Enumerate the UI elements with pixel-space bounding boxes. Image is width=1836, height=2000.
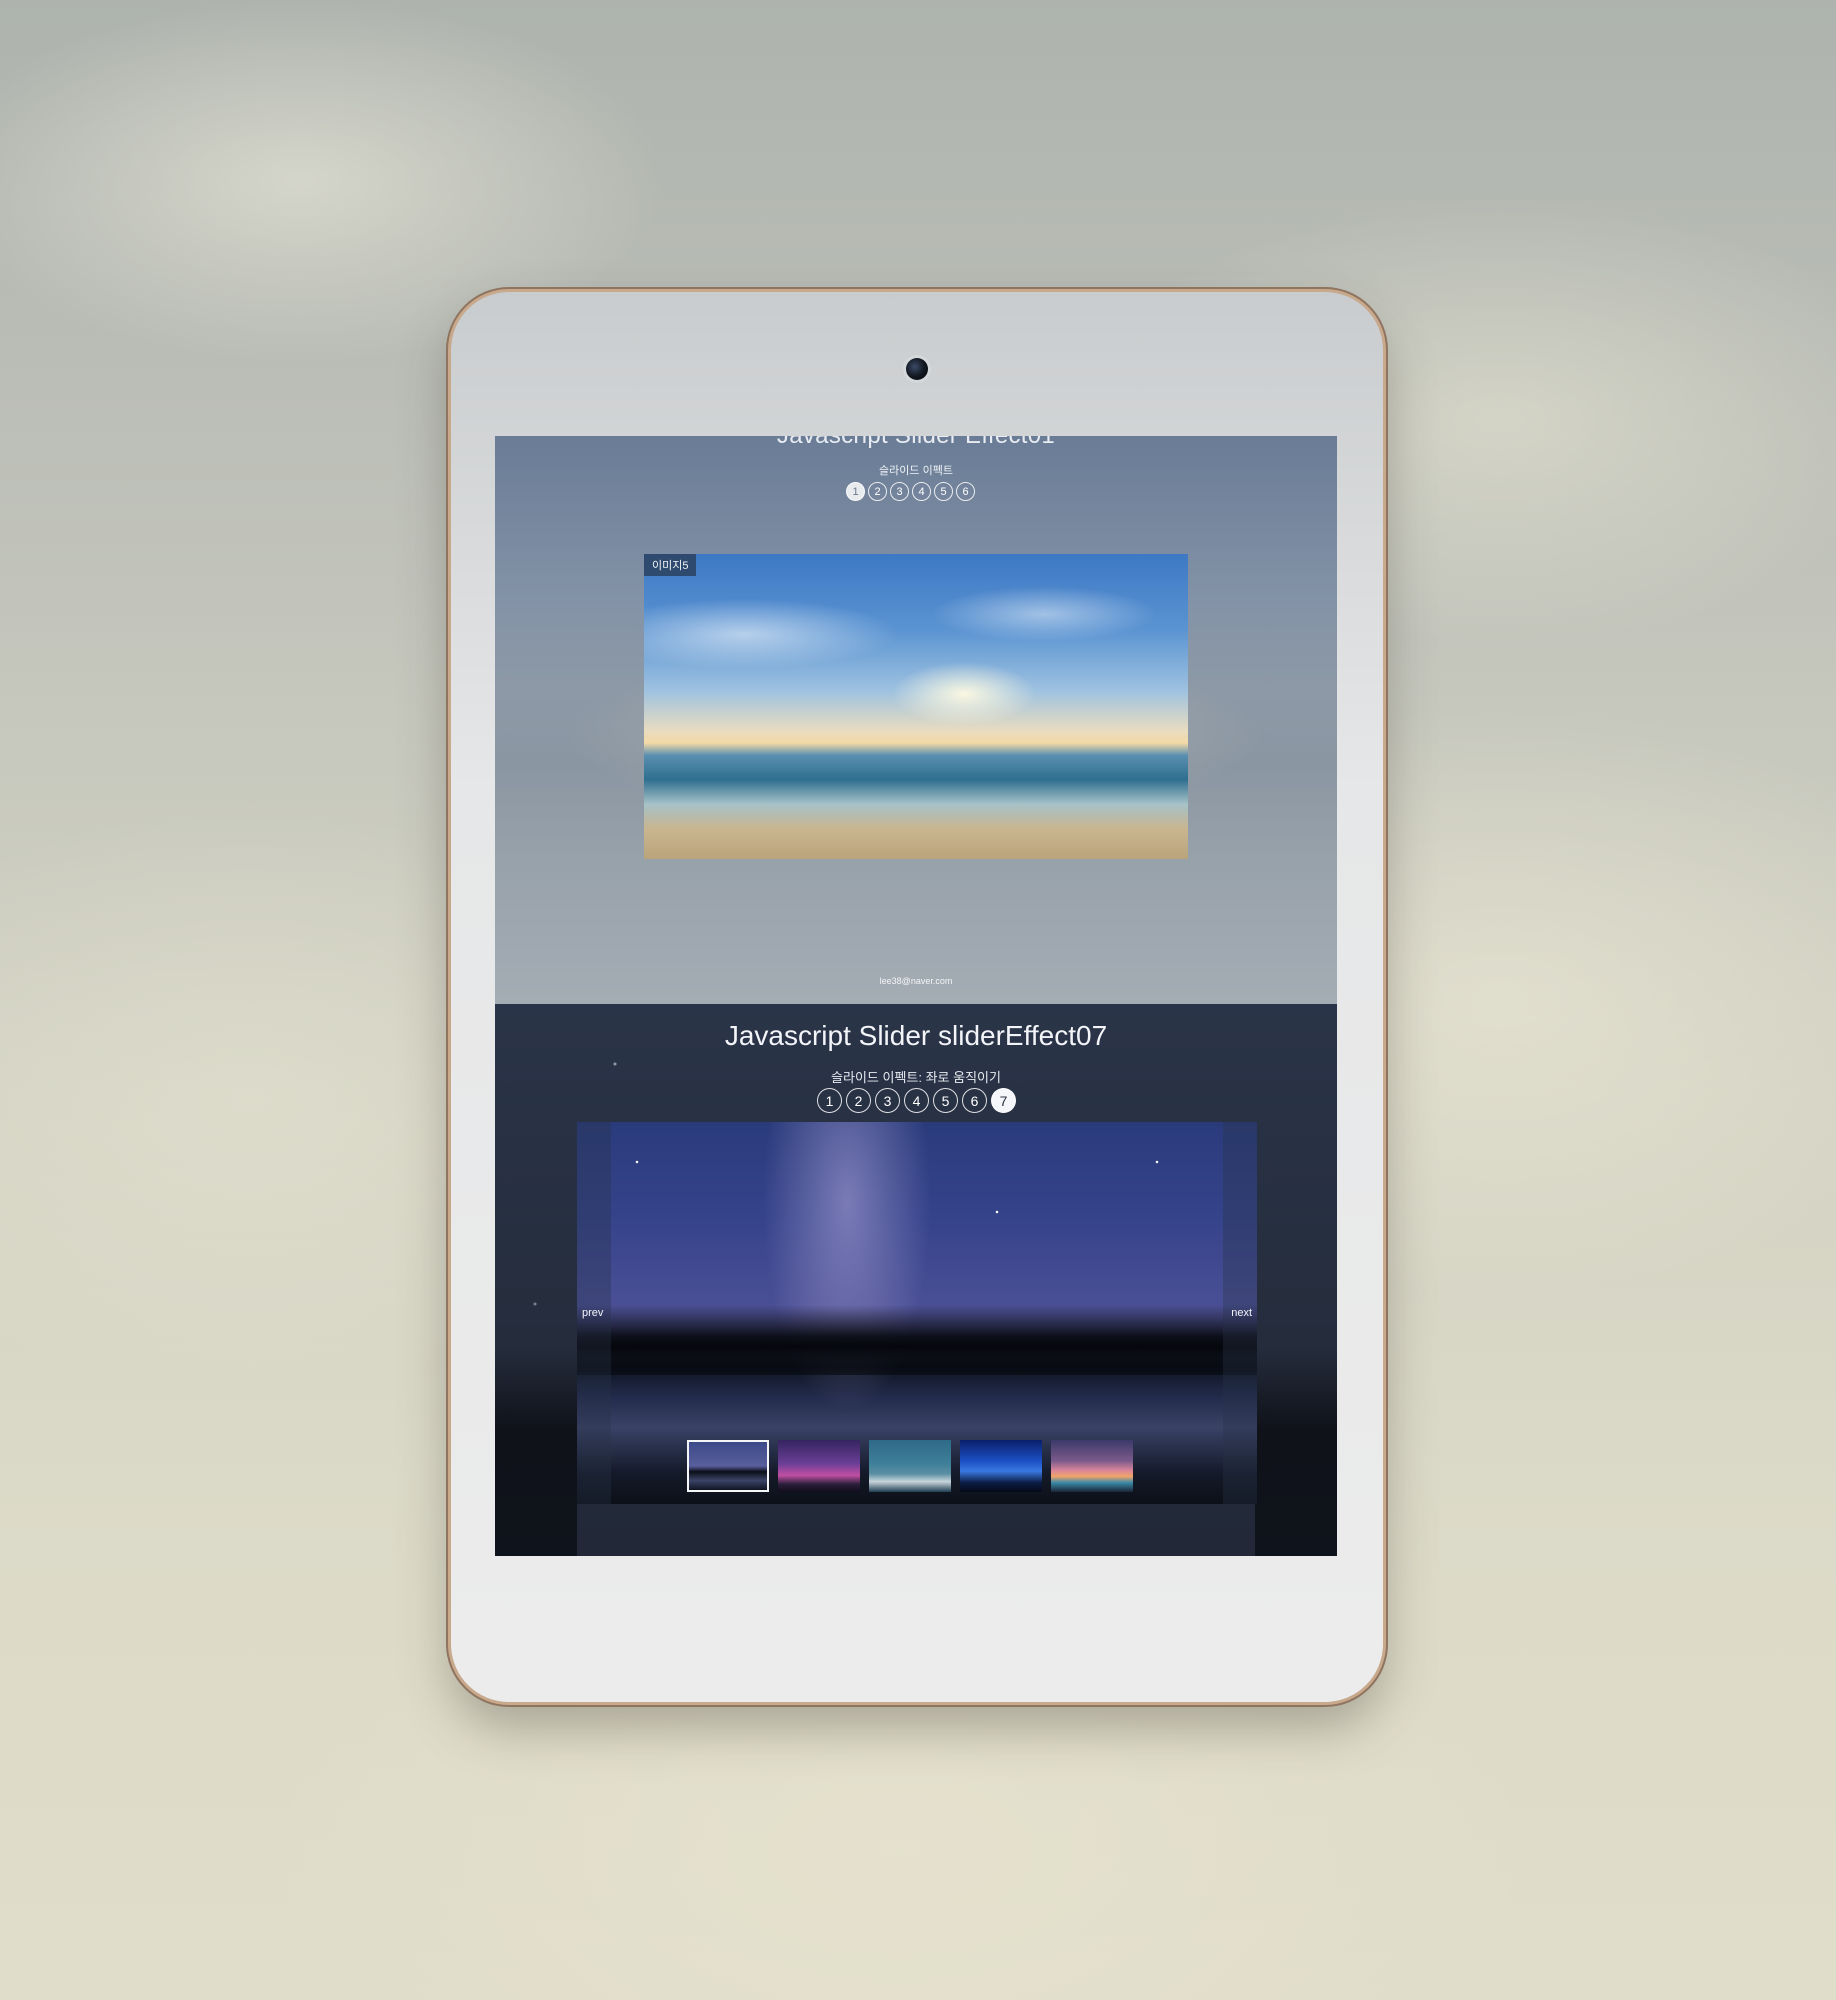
slider-section-effect01: Javascript Slider Effect01 슬라이드 이펙트 1 2 … (495, 436, 1337, 1004)
slide-image-badge: 이미지5 (644, 554, 697, 576)
pagination-dot-3[interactable]: 3 (875, 1088, 900, 1113)
section2-subtitle: 슬라이드 이펙트: 좌로 움직이기 (831, 1070, 1001, 1085)
forest-silhouette (577, 1305, 1257, 1375)
tablet-device: Javascript Slider Effect01 슬라이드 이펙트 1 2 … (451, 292, 1383, 1702)
pagination-dot-2[interactable]: 2 (846, 1088, 871, 1113)
right-backdrop-forest (1255, 1346, 1337, 1556)
milky-way-slide-image: prev next (577, 1122, 1257, 1504)
pagination-dot-4[interactable]: 4 (912, 482, 931, 501)
section2-pagination: 1 2 3 4 5 6 7 (817, 1088, 1016, 1113)
pagination-dot-2[interactable]: 2 (868, 482, 887, 501)
contact-email[interactable]: lee38@naver.com (495, 976, 1337, 986)
pagination-dot-3[interactable]: 3 (890, 482, 909, 501)
pagination-dot-5[interactable]: 5 (933, 1088, 958, 1113)
thumbnail-1[interactable] (687, 1440, 769, 1492)
next-button[interactable]: next (1231, 1307, 1252, 1319)
thumbnail-3[interactable] (869, 1440, 951, 1492)
section1-subtitle: 슬라이드 이펙트 (879, 465, 953, 477)
beach-sunset-slide-image (644, 554, 1188, 859)
section2-title: Javascript Slider sliderEffect07 (724, 1020, 1108, 1051)
section1-pagination: 1 2 3 4 5 6 (846, 482, 975, 501)
thumbnail-strip (687, 1440, 1133, 1492)
slider-section-effect07: Javascript Slider sliderEffect07 슬라이드 이펙… (495, 1004, 1337, 1556)
pagination-dot-7[interactable]: 7 (991, 1088, 1016, 1113)
pagination-dot-4[interactable]: 4 (904, 1088, 929, 1113)
section1-title: Javascript Slider Effect01 (495, 436, 1337, 450)
thumbnail-5[interactable] (1051, 1440, 1133, 1492)
tablet-screen: Javascript Slider Effect01 슬라이드 이펙트 1 2 … (495, 436, 1337, 1556)
pagination-dot-1[interactable]: 1 (817, 1088, 842, 1113)
pagination-dot-6[interactable]: 6 (956, 482, 975, 501)
thumbnail-2[interactable] (778, 1440, 860, 1492)
left-backdrop-forest (495, 1346, 577, 1556)
pagination-dot-6[interactable]: 6 (962, 1088, 987, 1113)
prev-button[interactable]: prev (582, 1307, 603, 1319)
front-camera (906, 358, 928, 380)
thumbnail-4[interactable] (960, 1440, 1042, 1492)
pagination-dot-1[interactable]: 1 (846, 482, 865, 501)
pagination-dot-5[interactable]: 5 (934, 482, 953, 501)
